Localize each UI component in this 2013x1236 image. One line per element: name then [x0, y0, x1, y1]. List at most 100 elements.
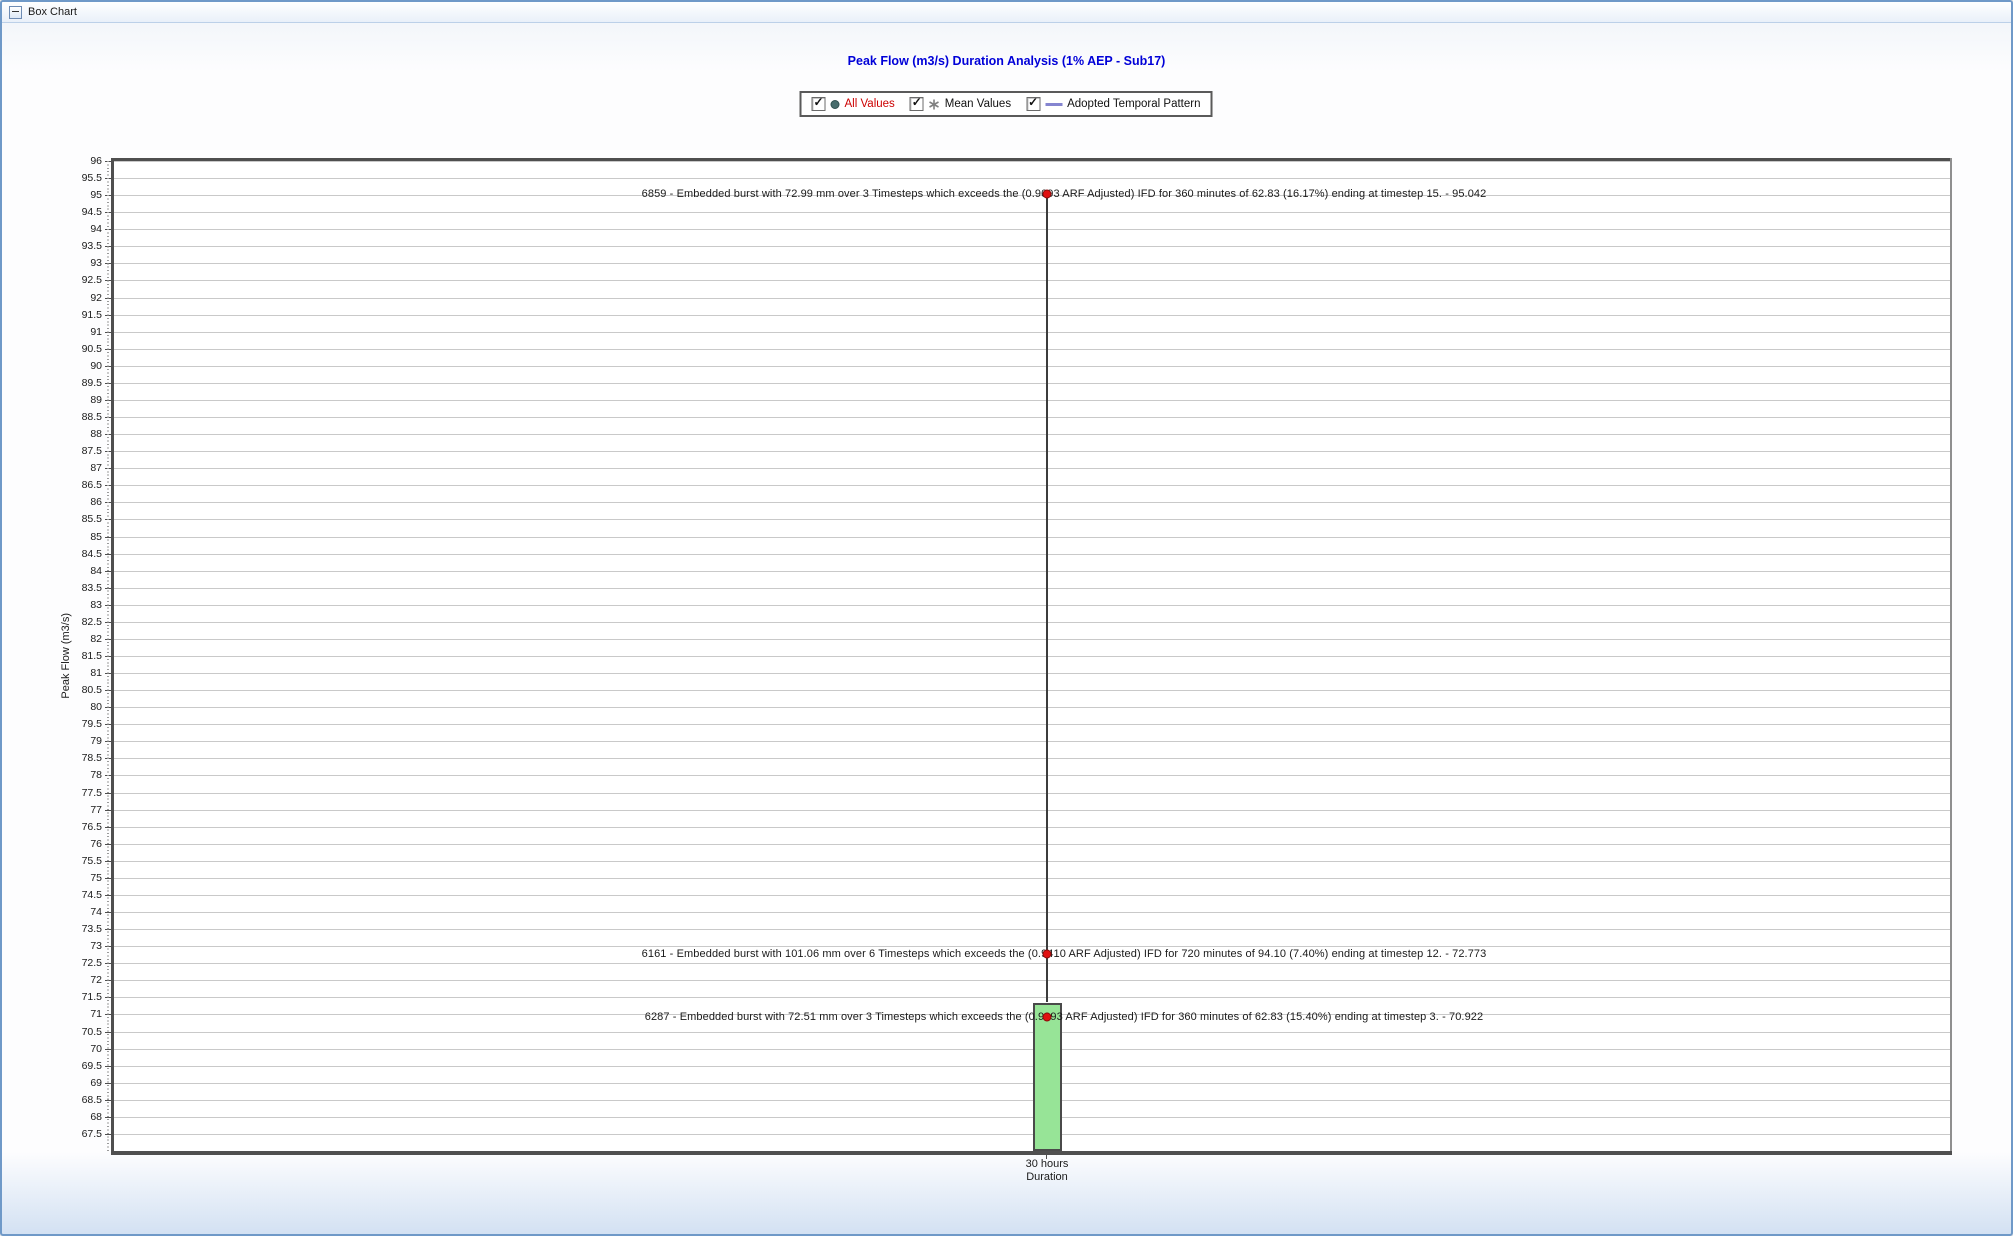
y-tick-label: 74	[40, 906, 102, 918]
gridline	[114, 963, 1950, 964]
y-tick-label: 85	[40, 531, 102, 543]
y-tick-label: 90.5	[40, 343, 102, 355]
y-tick-label: 81	[40, 667, 102, 679]
y-tick-label: 80.5	[40, 684, 102, 696]
y-tick-label: 87.5	[40, 445, 102, 457]
plot-border-right	[1950, 158, 1952, 1155]
y-tick-label: 92	[40, 292, 102, 304]
gridline	[114, 502, 1950, 503]
y-tick-label: 87	[40, 462, 102, 474]
gridline	[114, 980, 1950, 981]
gridline	[114, 434, 1950, 435]
gridline	[114, 690, 1950, 691]
gridline	[114, 605, 1950, 606]
legend: All Values Mean Values Adopted Temporal Pa…	[800, 91, 1213, 117]
y-tick-label: 78.5	[40, 752, 102, 764]
gridline	[114, 878, 1950, 879]
y-tick-label: 69	[40, 1077, 102, 1089]
asterisk-marker-icon	[929, 99, 940, 110]
data-point-marker	[1043, 189, 1052, 198]
y-tick-label: 68.5	[40, 1094, 102, 1106]
data-point-marker	[1043, 949, 1052, 958]
collapse-icon[interactable]	[9, 6, 22, 19]
checkbox-mean-values[interactable]	[910, 97, 924, 111]
gridline	[114, 246, 1950, 247]
gridline	[114, 929, 1950, 930]
gridline	[114, 298, 1950, 299]
y-tick-label: 76.5	[40, 821, 102, 833]
x-axis-title: Duration	[1026, 1171, 1068, 1183]
gridline	[114, 912, 1950, 913]
gridline	[114, 383, 1950, 384]
y-tick-label: 83	[40, 599, 102, 611]
y-tick-label: 76	[40, 838, 102, 850]
gridline	[114, 280, 1950, 281]
y-tick-label: 91	[40, 326, 102, 338]
y-tick-label: 79	[40, 735, 102, 747]
gridline	[114, 724, 1950, 725]
legend-item-adopted-temporal-pattern[interactable]: Adopted Temporal Pattern	[1026, 97, 1200, 111]
y-tick-label: 95.5	[40, 172, 102, 184]
y-tick-label: 73	[40, 940, 102, 952]
gridline	[114, 622, 1950, 623]
y-tick-label: 84.5	[40, 548, 102, 560]
gridline	[114, 451, 1950, 452]
y-tick-label: 82	[40, 633, 102, 645]
panel-title: Box Chart	[28, 6, 77, 18]
gridline	[114, 468, 1950, 469]
checkbox-all-values[interactable]	[812, 97, 826, 111]
y-tick-label: 69.5	[40, 1060, 102, 1072]
y-tick-label: 68	[40, 1111, 102, 1123]
y-tick-label: 89.5	[40, 377, 102, 389]
y-tick-label: 84	[40, 565, 102, 577]
gridline	[114, 332, 1950, 333]
y-tick-label: 90	[40, 360, 102, 372]
gridline	[114, 161, 1950, 162]
gridline	[114, 571, 1950, 572]
gridline	[114, 417, 1950, 418]
y-tick-label: 80	[40, 701, 102, 713]
y-tick-label: 82.5	[40, 616, 102, 628]
gridline	[114, 178, 1950, 179]
y-tick-label: 94	[40, 223, 102, 235]
y-tick-label: 96	[40, 155, 102, 167]
data-point-marker	[1043, 1013, 1052, 1022]
x-tick-label: 30 hours	[1026, 1158, 1069, 1170]
y-tick-label: 88.5	[40, 411, 102, 423]
legend-item-mean-values[interactable]: Mean Values	[910, 97, 1011, 111]
point-annotation: 6161 - Embedded burst with 101.06 mm ove…	[642, 948, 1487, 960]
plot-border-left	[111, 158, 114, 1155]
y-tick-label: 93	[40, 257, 102, 269]
gridline	[114, 844, 1950, 845]
plot-area: 6859 - Embedded burst with 72.99 mm over…	[114, 161, 1950, 1151]
y-tick-label: 77.5	[40, 787, 102, 799]
y-tick-label: 78	[40, 769, 102, 781]
y-tick-label: 93.5	[40, 240, 102, 252]
y-tick-label: 72.5	[40, 957, 102, 969]
gridline	[114, 895, 1950, 896]
legend-label: All Values	[845, 98, 895, 110]
gridline	[114, 212, 1950, 213]
y-tick-label: 88	[40, 428, 102, 440]
legend-label: Adopted Temporal Pattern	[1067, 98, 1200, 110]
gridline	[114, 485, 1950, 486]
y-tick-label: 85.5	[40, 513, 102, 525]
plot-border-bottom	[111, 1151, 1952, 1155]
y-tick-label: 83.5	[40, 582, 102, 594]
gridline	[114, 263, 1950, 264]
y-tick-label: 86	[40, 496, 102, 508]
y-tick-label: 92.5	[40, 274, 102, 286]
gridline	[114, 639, 1950, 640]
plot-border-top	[111, 158, 1952, 161]
legend-item-all-values[interactable]: All Values	[812, 97, 895, 111]
checkbox-adopted-temporal-pattern[interactable]	[1026, 97, 1040, 111]
circle-marker-icon	[831, 100, 840, 109]
y-tick-label: 72	[40, 974, 102, 986]
gridline	[114, 827, 1950, 828]
gridline	[114, 554, 1950, 555]
y-tick-label: 79.5	[40, 718, 102, 730]
y-tick-label: 94.5	[40, 206, 102, 218]
y-tick-label: 95	[40, 189, 102, 201]
gridline	[114, 537, 1950, 538]
gridline	[114, 707, 1950, 708]
